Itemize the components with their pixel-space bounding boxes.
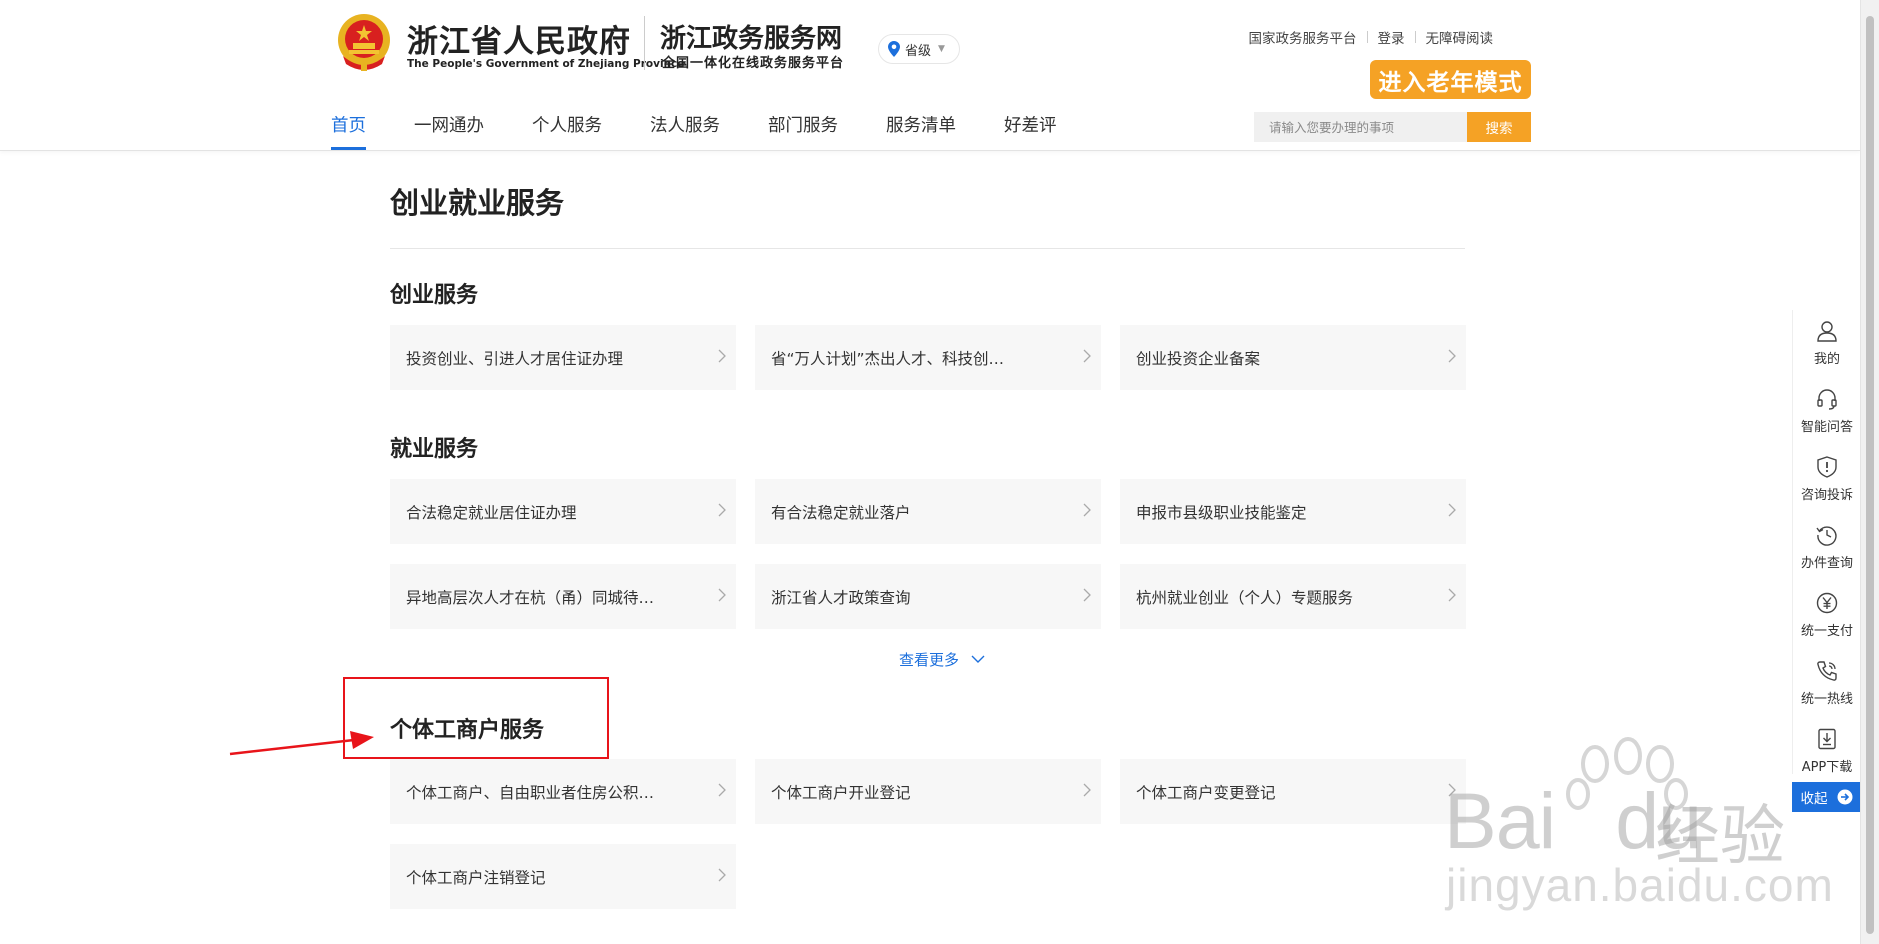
site-name[interactable]: 浙江政务服务网: [660, 18, 842, 55]
service-card-label: 省“万人计划”杰出人才、科技创…: [771, 349, 1005, 368]
headset-icon: [1817, 389, 1837, 410]
view-more-link[interactable]: 查看更多: [899, 649, 985, 670]
service-card-label: 合法稳定就业居住证办理: [406, 503, 577, 522]
chevron-down-icon: [971, 655, 985, 663]
chevron-right-icon: [1083, 349, 1091, 363]
user-icon: [1817, 321, 1837, 342]
link-accessibility[interactable]: 无障碍阅读: [1426, 27, 1494, 47]
sidebar-item-label: 办件查询: [1800, 556, 1853, 571]
sidebar-item-label: 我的: [1813, 352, 1840, 367]
chevron-right-icon: [1448, 503, 1456, 517]
sidebar-item-hotline[interactable]: 统一热线: [1793, 660, 1861, 707]
sidebar-item-label: 智能问答: [1800, 420, 1853, 435]
chevron-right-icon: [1448, 588, 1456, 602]
sidebar-item-payment[interactable]: 统一支付: [1793, 592, 1861, 639]
service-card-label: 个体工商户注销登记: [406, 868, 546, 887]
sidebar-item-app-download[interactable]: APP下载: [1793, 728, 1861, 775]
service-card[interactable]: 个体工商户注销登记: [390, 844, 736, 909]
service-card-label: 浙江省人才政策查询: [771, 588, 911, 607]
sidebar-item-ai-qa[interactable]: 智能问答: [1793, 388, 1861, 435]
region-label: 省级: [905, 43, 932, 59]
service-card-label: 申报市县级职业技能鉴定: [1136, 503, 1307, 522]
sidebar-item-label: APP下载: [1801, 760, 1853, 775]
sidebar-item-label: 咨询投诉: [1800, 488, 1853, 503]
link-national-platform[interactable]: 国家政务服务平台: [1249, 27, 1357, 47]
chevron-right-icon: [718, 349, 726, 363]
service-card[interactable]: 创业投资企业备案: [1120, 325, 1466, 390]
service-card[interactable]: 有合法稳定就业落户: [755, 479, 1101, 544]
page-title: 创业就业服务: [390, 186, 565, 220]
annotation-arrow-icon: [229, 731, 374, 756]
caret-down-icon: ▼: [938, 44, 945, 54]
service-card-label: 投资创业、引进人才居住证办理: [406, 349, 624, 368]
nav-personal-services[interactable]: 个人服务: [532, 112, 602, 149]
sidebar-item-complaint[interactable]: 咨询投诉: [1793, 456, 1861, 503]
sidebar-item-label: 统一支付: [1800, 624, 1853, 639]
chevron-right-icon: [1083, 588, 1091, 602]
view-more-label: 查看更多: [899, 651, 960, 669]
search-input[interactable]: [1254, 112, 1467, 142]
chevron-right-icon: [718, 783, 726, 797]
shield-alert-icon: [1817, 456, 1837, 478]
service-card-label: 杭州就业创业（个人）专题服务: [1136, 588, 1354, 607]
header-divider: [644, 16, 645, 70]
service-card-label: 个体工商户变更登记: [1136, 783, 1276, 802]
service-card-label: 有合法稳定就业落户: [771, 503, 911, 522]
section-title-employment: 就业服务: [390, 437, 479, 462]
collapse-label: 收起: [1800, 791, 1828, 807]
elder-mode-button[interactable]: 进入老年模式: [1370, 60, 1531, 99]
service-card-label: 异地高层次人才在杭（甬）同城待…: [406, 588, 655, 607]
yuan-icon: [1816, 592, 1838, 614]
chevron-right-icon: [1083, 783, 1091, 797]
service-card-label: 创业投资企业备案: [1136, 349, 1261, 368]
nav-rating[interactable]: 好差评: [1004, 112, 1057, 149]
region-selector[interactable]: 省级 ▼: [878, 34, 960, 64]
link-login[interactable]: 登录: [1378, 27, 1405, 47]
service-card[interactable]: 合法稳定就业居住证办理: [390, 479, 736, 544]
sidebar-item-case-query[interactable]: 办件查询: [1793, 524, 1861, 571]
nav-corporate-services[interactable]: 法人服务: [650, 112, 720, 149]
chevron-right-icon: [1448, 349, 1456, 363]
service-card[interactable]: 个体工商户变更登记: [1120, 759, 1466, 824]
chevron-right-icon: [1083, 503, 1091, 517]
location-pin-icon: [888, 41, 900, 57]
history-icon: [1816, 526, 1837, 546]
link-separator: [1414, 31, 1416, 43]
page-scrollbar[interactable]: [1860, 0, 1879, 944]
section-title-entrepreneurship: 创业服务: [390, 283, 479, 308]
sidebar-item-label: 统一热线: [1800, 692, 1853, 707]
service-card[interactable]: 投资创业、引进人才居住证办理: [390, 325, 736, 390]
floating-sidebar: 我的 智能问答 咨询投诉 办件查询 统一支付 统一热线 APP下载: [1792, 310, 1861, 775]
service-card-label: 个体工商户、自由职业者住房公积…: [406, 783, 655, 802]
service-card[interactable]: 个体工商户、自由职业者住房公积…: [390, 759, 736, 824]
service-card[interactable]: 省“万人计划”杰出人才、科技创…: [755, 325, 1101, 390]
service-card[interactable]: 个体工商户开业登记: [755, 759, 1101, 824]
service-card[interactable]: 浙江省人才政策查询: [755, 564, 1101, 629]
top-links: 国家政务服务平台 登录 无障碍阅读: [1249, 27, 1494, 47]
chevron-right-icon: [718, 868, 726, 882]
phone-icon: [1817, 661, 1837, 681]
service-card[interactable]: 申报市县级职业技能鉴定: [1120, 479, 1466, 544]
nav-department-services[interactable]: 部门服务: [768, 112, 838, 149]
search-button[interactable]: 搜索: [1467, 112, 1531, 142]
service-card[interactable]: 异地高层次人才在杭（甬）同城待…: [390, 564, 736, 629]
title-divider: [390, 248, 1465, 249]
chevron-right-icon: [718, 588, 726, 602]
government-name: 浙江省人民政府: [407, 24, 631, 60]
download-icon: [1818, 728, 1836, 750]
government-name-english: The People's Government of Zhejiang Prov…: [407, 58, 685, 70]
site-subtitle: 全国一体化在线政务服务平台: [662, 56, 845, 71]
arrow-right-circle-icon: [1837, 789, 1852, 805]
nav-one-stop[interactable]: 一网通办: [414, 112, 484, 149]
sidebar-item-mine[interactable]: 我的: [1793, 320, 1861, 367]
scrollbar-thumb[interactable]: [1866, 16, 1874, 934]
collapse-button[interactable]: 收起: [1792, 782, 1861, 812]
chevron-right-icon: [718, 503, 726, 517]
link-separator: [1366, 31, 1368, 43]
nav-service-list[interactable]: 服务清单: [886, 112, 956, 149]
service-card-label: 个体工商户开业登记: [771, 783, 911, 802]
main-nav: 首页 一网通办 个人服务 法人服务 部门服务 服务清单 好差评: [331, 112, 1105, 150]
service-card[interactable]: 杭州就业创业（个人）专题服务: [1120, 564, 1466, 629]
watermark-url: jingyan.baidu.com: [1446, 859, 1834, 911]
